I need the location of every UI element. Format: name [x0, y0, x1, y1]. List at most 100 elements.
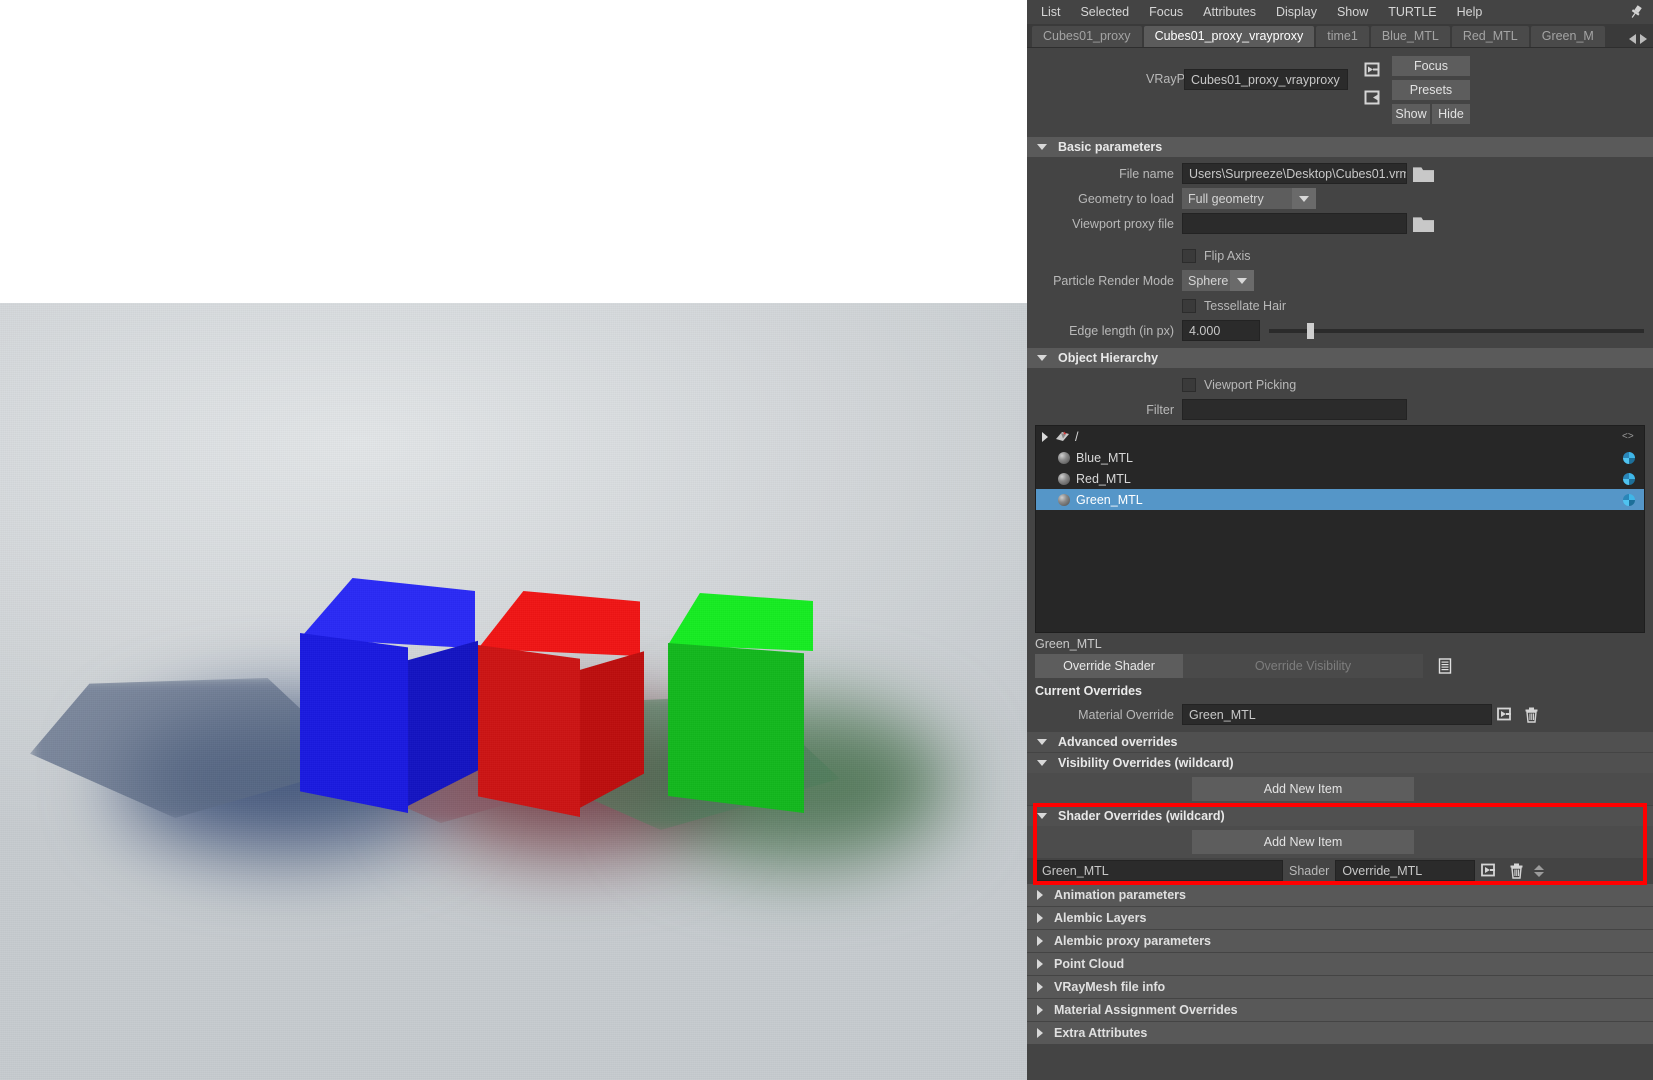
filter-input[interactable]	[1182, 399, 1407, 420]
material-swatch-icon[interactable]	[1622, 493, 1636, 507]
tab-time1[interactable]: time1	[1316, 26, 1369, 47]
viewport-proxy-label: Viewport proxy file	[1072, 216, 1174, 231]
shader-override-shader-input[interactable]: Override_MTL	[1335, 860, 1476, 881]
material-override-input[interactable]: Green_MTL	[1182, 704, 1492, 725]
blue-cube-side	[400, 640, 478, 810]
section-point-cloud[interactable]: Point Cloud	[1027, 953, 1653, 975]
section-alembic-proxy-parameters[interactable]: Alembic proxy parameters	[1027, 930, 1653, 952]
tab-scroll-controls	[1625, 34, 1653, 47]
shader-add-new-item-button[interactable]: Add New Item	[1192, 830, 1414, 854]
material-swatch-icon[interactable]	[1622, 451, 1636, 465]
edge-length-slider[interactable]	[1260, 322, 1653, 339]
pin-icon[interactable]	[1628, 4, 1644, 20]
menu-show[interactable]: Show	[1327, 2, 1378, 22]
focus-button[interactable]: Focus	[1392, 56, 1470, 76]
chevron-left-icon[interactable]	[1629, 34, 1636, 44]
file-name-input[interactable]: Users\Surpreeze\Desktop\Cubes01.vrmesh	[1182, 163, 1407, 184]
object-hierarchy-tree[interactable]: / <> Blue_MTL Red_MTL Green_MTL	[1035, 425, 1645, 633]
edge-length-input[interactable]: 4.000	[1182, 320, 1260, 341]
output-connection-icon[interactable]	[1362, 89, 1382, 109]
hide-button[interactable]: Hide	[1432, 104, 1470, 124]
tree-root-node[interactable]: / <>	[1036, 426, 1644, 447]
tab-green-mtl[interactable]: Green_M	[1530, 26, 1605, 47]
trash-icon[interactable]	[1518, 707, 1544, 723]
menu-selected[interactable]: Selected	[1070, 2, 1139, 22]
tree-node-red-mtl[interactable]: Red_MTL	[1036, 468, 1644, 489]
tessellate-hair-label: Tessellate Hair	[1204, 298, 1286, 313]
chevron-down-icon	[1037, 760, 1047, 766]
tree-node-green-mtl[interactable]: Green_MTL	[1036, 489, 1644, 510]
chevron-right-icon[interactable]	[1640, 34, 1647, 44]
menu-help[interactable]: Help	[1447, 2, 1493, 22]
red-cube-front	[478, 645, 580, 817]
shader-override-shader-label: Shader	[1289, 863, 1330, 878]
visibility-icon[interactable]: <>	[1622, 430, 1636, 444]
tab-blue-mtl[interactable]: Blue_MTL	[1370, 26, 1450, 47]
section-advanced-overrides-label: Advanced overrides	[1058, 735, 1178, 749]
presets-button[interactable]: Presets	[1392, 80, 1470, 100]
tree-node-blue-mtl[interactable]: Blue_MTL	[1036, 447, 1644, 468]
show-button[interactable]: Show	[1392, 104, 1430, 124]
object-hierarchy-body: Viewport Picking Filter / <> Blue_MTL Re…	[1027, 368, 1653, 731]
section-animation-parameters[interactable]: Animation parameters	[1027, 884, 1653, 906]
flip-axis-checkbox[interactable]	[1182, 248, 1196, 263]
material-swatch-icon[interactable]	[1622, 472, 1636, 486]
selected-node-status: Green_MTL	[1035, 637, 1102, 651]
edge-length-row: Edge length (in px) 4.000	[1027, 318, 1653, 343]
menu-display[interactable]: Display	[1266, 2, 1327, 22]
basic-parameters-body: File name Users\Surpreeze\Desktop\Cubes0…	[1027, 157, 1653, 347]
blue-cube	[300, 578, 478, 813]
edge-length-slider-track[interactable]	[1269, 322, 1644, 339]
edge-length-slider-handle[interactable]	[1306, 322, 1314, 339]
link-icon[interactable]	[1492, 707, 1518, 722]
section-material-assignment-overrides[interactable]: Material Assignment Overrides	[1027, 999, 1653, 1021]
section-alembic-layers-label: Alembic Layers	[1054, 911, 1147, 925]
list-view-icon[interactable]	[1423, 658, 1467, 674]
particle-render-mode-chevron-down-icon[interactable]	[1230, 270, 1254, 291]
section-material-assignment-overrides-label: Material Assignment Overrides	[1054, 1003, 1238, 1017]
section-vraymesh-file-info[interactable]: VRayMesh file info	[1027, 976, 1653, 998]
menu-list[interactable]: List	[1031, 2, 1070, 22]
folder-icon[interactable]	[1413, 217, 1434, 232]
section-basic-parameters-label: Basic parameters	[1058, 140, 1163, 154]
chevron-right-icon[interactable]	[1042, 431, 1048, 442]
geometry-to-load-select[interactable]: Full geometry	[1182, 188, 1292, 209]
section-extra-attributes[interactable]: Extra Attributes	[1027, 1022, 1653, 1044]
material-override-row: Material Override Green_MTL	[1027, 702, 1653, 727]
red-cube	[478, 591, 644, 817]
visibility-add-new-item-button[interactable]: Add New Item	[1192, 777, 1414, 801]
section-advanced-overrides[interactable]: Advanced overrides	[1027, 732, 1653, 752]
render-viewport[interactable]	[0, 0, 1027, 1080]
section-object-hierarchy-label: Object Hierarchy	[1058, 351, 1159, 365]
input-connection-icon[interactable]	[1362, 61, 1382, 81]
shader-override-pattern-input[interactable]: Green_MTL	[1035, 860, 1283, 881]
tab-cubes01-proxy[interactable]: Cubes01_proxy	[1032, 26, 1142, 47]
menu-focus[interactable]: Focus	[1139, 2, 1193, 22]
tab-red-mtl[interactable]: Red_MTL	[1451, 26, 1529, 47]
trash-icon[interactable]	[1503, 863, 1529, 879]
geometry-to-load-chevron-down-icon[interactable]	[1292, 188, 1316, 209]
particle-render-mode-select[interactable]: Sphere	[1182, 270, 1230, 291]
spinner-updown-icon[interactable]	[1529, 864, 1549, 877]
override-shader-tab[interactable]: Override Shader	[1035, 654, 1183, 678]
tab-cubes01-proxy-vrayproxy[interactable]: Cubes01_proxy_vrayproxy	[1143, 26, 1315, 47]
link-icon[interactable]	[1475, 863, 1503, 878]
folder-icon[interactable]	[1413, 167, 1434, 182]
tessellate-hair-checkbox[interactable]	[1182, 298, 1196, 313]
section-alembic-layers[interactable]: Alembic Layers	[1027, 907, 1653, 929]
section-visibility-overrides-label: Visibility Overrides (wildcard)	[1058, 756, 1234, 770]
section-basic-parameters[interactable]: Basic parameters	[1027, 137, 1653, 157]
menu-attributes[interactable]: Attributes	[1193, 2, 1266, 22]
root-node-icon	[1055, 430, 1070, 443]
section-visibility-overrides[interactable]: Visibility Overrides (wildcard)	[1027, 753, 1653, 773]
viewport-proxy-input[interactable]	[1182, 213, 1407, 234]
viewport-picking-checkbox[interactable]	[1182, 377, 1196, 392]
sphere-icon	[1058, 472, 1070, 485]
section-object-hierarchy[interactable]: Object Hierarchy	[1027, 348, 1653, 368]
override-visibility-tab[interactable]: Override Visibility	[1183, 654, 1423, 678]
flip-axis-label: Flip Axis	[1204, 248, 1251, 263]
menu-turtle[interactable]: TURTLE	[1378, 2, 1446, 22]
tree-node-label: Blue_MTL	[1076, 450, 1133, 465]
section-shader-overrides[interactable]: Shader Overrides (wildcard)	[1027, 806, 1653, 826]
node-name-input[interactable]: Cubes01_proxy_vrayproxy	[1184, 69, 1348, 90]
